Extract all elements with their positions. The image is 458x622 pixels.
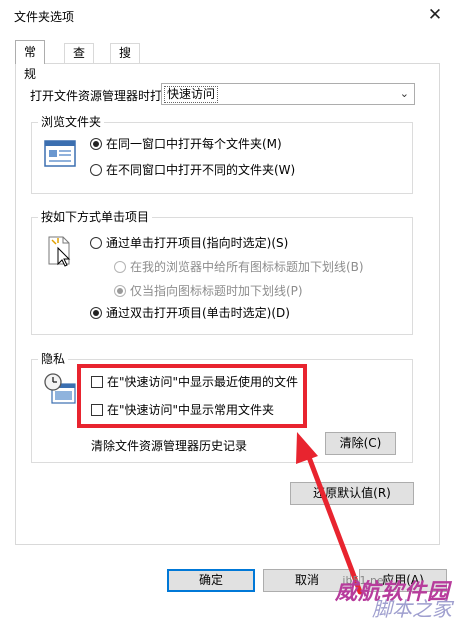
radio-same-window[interactable]: 在同一窗口中打开每个文件夹(M) [90,136,282,152]
restore-defaults-button[interactable]: 还原默认值(R) [290,482,414,505]
tab-search[interactable]: 搜索 [110,43,141,79]
tab-general[interactable]: 常规 [15,40,46,81]
browse-folders-title: 浏览文件夹 [38,115,105,129]
radio-dot [90,236,102,249]
clear-button[interactable]: 清除(C) [325,432,396,455]
open-explorer-select[interactable]: 快速访问 ⌄ [161,83,415,105]
window-layout-icon [44,140,76,167]
privacy-title: 隐私 [38,352,69,366]
click-items-title: 按如下方式单击项目 [38,210,153,224]
radio-dot [114,284,126,297]
clear-history-label: 清除文件资源管理器历史记录 [91,439,248,453]
window-title: 文件夹选项 [14,10,75,24]
radio-label: 在同一窗口中打开每个文件夹(M) [106,137,282,151]
radio-underline-on-point[interactable]: 仅当指向图标标题时加下划线(P) [114,283,303,299]
radio-dot [90,163,102,176]
radio-underline-always[interactable]: 在我的浏览器中给所有图标标题加下划线(B) [114,259,364,275]
highlight-box [77,364,307,428]
cursor-click-icon [48,236,71,267]
radio-dot [90,306,102,319]
title-bar: 文件夹选项 ✕ [0,0,458,31]
open-explorer-value: 快速访问 [164,86,219,103]
browse-folders-group: 浏览文件夹 [31,115,413,194]
radio-label: 仅当指向图标标题时加下划线(P) [130,284,303,298]
close-button[interactable]: ✕ [424,4,446,26]
tab-view[interactable]: 查看 [64,43,95,79]
radio-dot [114,260,126,273]
radio-single-click[interactable]: 通过单击打开项目(指向时选定)(S) [90,235,288,251]
privacy-clock-icon [44,373,76,404]
ok-button[interactable]: 确定 [167,569,255,592]
chevron-down-icon: ⌄ [399,87,409,100]
watermark-site: 脚本之家 [372,597,452,621]
radio-dot [90,137,102,150]
radio-label: 在我的浏览器中给所有图标标题加下划线(B) [130,260,364,274]
radio-label: 通过双击打开项目(单击时选定)(D) [106,306,290,320]
radio-new-window[interactable]: 在不同窗口中打开不同的文件夹(W) [90,162,295,178]
open-explorer-label: 打开文件资源管理器时打 [30,89,163,103]
radio-label: 通过单击打开项目(指向时选定)(S) [106,236,289,250]
radio-label: 在不同窗口中打开不同的文件夹(W) [106,163,296,177]
radio-double-click[interactable]: 通过双击打开项目(单击时选定)(D) [90,305,290,321]
